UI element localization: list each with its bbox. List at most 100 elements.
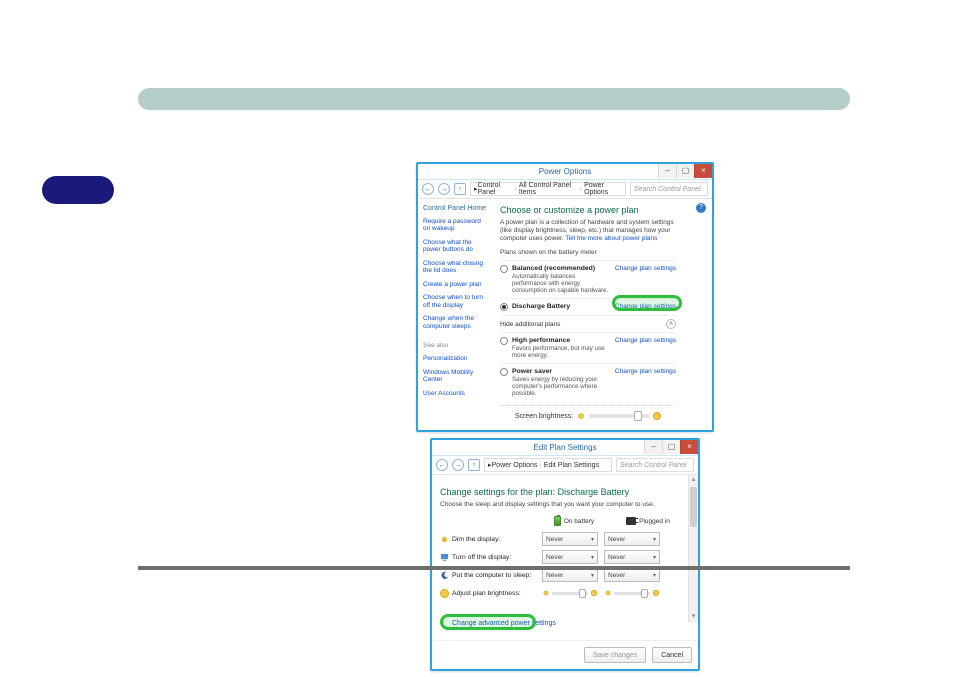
section-heading: Plans shown on the battery meter: [500, 249, 676, 256]
radio[interactable]: [500, 303, 508, 311]
dim-plugged-select[interactable]: Never▾: [604, 532, 660, 546]
breadcrumb[interactable]: ▸ Power Options› Edit Plan Settings: [484, 458, 612, 472]
sidebar-link[interactable]: User Accounts: [423, 390, 487, 397]
sidebar-link[interactable]: Change when the computer sleeps: [423, 315, 487, 330]
sun-dim-icon: [544, 591, 549, 596]
crumb[interactable]: Edit Plan Settings: [544, 462, 599, 469]
sleep-plugged-select[interactable]: Never▾: [604, 568, 660, 582]
window-title: Edit Plan Settings: [533, 443, 596, 452]
plan-row-highperf: High performance Favors performance, but…: [500, 332, 676, 363]
vertical-scrollbar[interactable]: ▴ ▾: [688, 475, 698, 622]
plan-row-discharge: Discharge Battery Change plan settings: [500, 298, 676, 315]
collapse-icon[interactable]: ˄: [666, 319, 676, 329]
sidebar: Control Panel Home Require a password on…: [418, 199, 492, 430]
sidebar-link[interactable]: Create a power plan: [423, 281, 487, 288]
plan-row-balanced: Balanced (recommended) Automatically bal…: [500, 260, 676, 298]
setting-row-display-off: Turn off the display: Never▾ Never▾: [440, 548, 690, 566]
button-row: Save changes Cancel: [432, 640, 698, 669]
crumb[interactable]: Control Panel: [478, 182, 513, 196]
plan-row-powersaver: Power saver Saves energy by reducing you…: [500, 363, 676, 401]
close-button[interactable]: ×: [694, 164, 712, 178]
scrollbar-thumb[interactable]: [690, 487, 697, 527]
breadcrumb[interactable]: ▸ Control Panel› All Control Panel Items…: [470, 182, 626, 196]
brightness-row: Screen brightness:: [500, 405, 676, 424]
sun-bright-icon: [591, 590, 597, 596]
nav-forward-button[interactable]: →: [452, 459, 464, 471]
more-info-link[interactable]: Tell me more about power plans: [565, 235, 657, 242]
setting-row-dim: Dim the display: Never▾ Never▾: [440, 530, 690, 548]
bottom-rule: [138, 566, 850, 570]
main-panel: ? Choose or customize a power plan A pow…: [492, 199, 712, 430]
column-headers: On battery Plugged in: [546, 516, 690, 526]
plan-name[interactable]: Power saver: [512, 368, 611, 375]
save-changes-button[interactable]: Save changes: [584, 647, 646, 663]
scroll-up-icon[interactable]: ▴: [689, 475, 698, 485]
power-options-window: Power Options – ▢ × ← → ↑ ▸ Control Pane…: [416, 162, 714, 432]
scroll-down-icon[interactable]: ▾: [689, 612, 698, 622]
page-desc: Choose the sleep and display settings th…: [440, 501, 690, 508]
search-input[interactable]: Search Control Panel: [630, 182, 708, 196]
crumb[interactable]: Power Options: [492, 462, 538, 469]
sleep-battery-select[interactable]: Never▾: [542, 568, 598, 582]
nav-back-button[interactable]: ←: [422, 183, 434, 195]
toggle-additional-plans[interactable]: Hide additional plans ˄: [500, 315, 676, 332]
maximize-button[interactable]: ▢: [676, 164, 694, 178]
display-off-battery-select[interactable]: Never▾: [542, 550, 598, 564]
nav-up-button[interactable]: ↑: [454, 183, 466, 195]
change-plan-settings-link[interactable]: Change plan settings: [615, 337, 676, 344]
brightness-slider[interactable]: [589, 414, 649, 418]
radio[interactable]: [500, 368, 508, 376]
minimize-button[interactable]: –: [658, 164, 676, 178]
crumb[interactable]: Power Options: [584, 182, 622, 196]
sun-dim-icon: [578, 414, 584, 420]
help-icon[interactable]: ?: [696, 203, 706, 213]
brightness-plugged-slider[interactable]: [604, 586, 660, 600]
titlebar[interactable]: Power Options – ▢ ×: [418, 164, 712, 180]
page-title: Choose or customize a power plan: [500, 205, 676, 215]
sun-bright-icon: [653, 590, 659, 596]
titlebar[interactable]: Edit Plan Settings – ▢ ×: [432, 440, 698, 456]
sidebar-heading[interactable]: Control Panel Home: [423, 205, 487, 212]
advanced-settings-link[interactable]: Change advanced power settings: [452, 620, 556, 627]
nav-up-button[interactable]: ↑: [468, 459, 480, 471]
sidebar-link[interactable]: Choose what the power buttons do: [423, 239, 487, 254]
change-plan-settings-link[interactable]: Change plan settings: [615, 265, 676, 272]
dim-battery-select[interactable]: Never▾: [542, 532, 598, 546]
sun-dim-icon: [606, 591, 611, 596]
plan-name[interactable]: High performance: [512, 337, 611, 344]
page-desc: A power plan is a collection of hardware…: [500, 219, 676, 243]
minimize-button[interactable]: –: [644, 440, 662, 454]
close-button[interactable]: ×: [680, 440, 698, 454]
change-plan-settings-link[interactable]: Change plan settings: [615, 303, 676, 310]
brightness-battery-slider[interactable]: [542, 586, 598, 600]
page-title: Change settings for the plan: Discharge …: [440, 487, 690, 497]
nav-forward-button[interactable]: →: [438, 183, 450, 195]
sidebar-link[interactable]: Choose when to turn off the display: [423, 294, 487, 309]
sidebar-link[interactable]: Require a password on wakeup: [423, 218, 487, 233]
sidebar-link[interactable]: Choose what closing the lid does: [423, 260, 487, 275]
radio[interactable]: [500, 337, 508, 345]
plan-desc: Saves energy by reducing your computer's…: [512, 376, 611, 397]
sidebar-link[interactable]: Windows Mobility Center: [423, 369, 487, 384]
radio[interactable]: [500, 265, 508, 273]
nav-toolbar: ← → ↑ ▸ Control Panel› All Control Panel…: [418, 180, 712, 199]
nav-back-button[interactable]: ←: [436, 459, 448, 471]
nav-toolbar: ← → ↑ ▸ Power Options› Edit Plan Setting…: [432, 456, 698, 475]
plan-name[interactable]: Discharge Battery: [512, 303, 611, 310]
sun-bright-icon: [653, 412, 661, 420]
plan-name[interactable]: Balanced (recommended): [512, 265, 611, 272]
change-plan-settings-link[interactable]: Change plan settings: [615, 368, 676, 375]
display-off-plugged-select[interactable]: Never▾: [604, 550, 660, 564]
brightness-label: Screen brightness:: [515, 413, 573, 420]
crumb[interactable]: All Control Panel Items: [519, 182, 578, 196]
sidebar-link[interactable]: Personalization: [423, 355, 487, 362]
monitor-icon: [440, 553, 449, 562]
search-input[interactable]: Search Control Panel: [616, 458, 694, 472]
main-panel: Change settings for the plan: Discharge …: [432, 475, 698, 640]
sidebar-seealso-heading: See also: [423, 342, 487, 349]
sleep-icon: [440, 571, 449, 580]
header-banner: [138, 88, 850, 110]
maximize-button[interactable]: ▢: [662, 440, 680, 454]
dim-icon: [440, 535, 449, 544]
cancel-button[interactable]: Cancel: [652, 647, 692, 663]
